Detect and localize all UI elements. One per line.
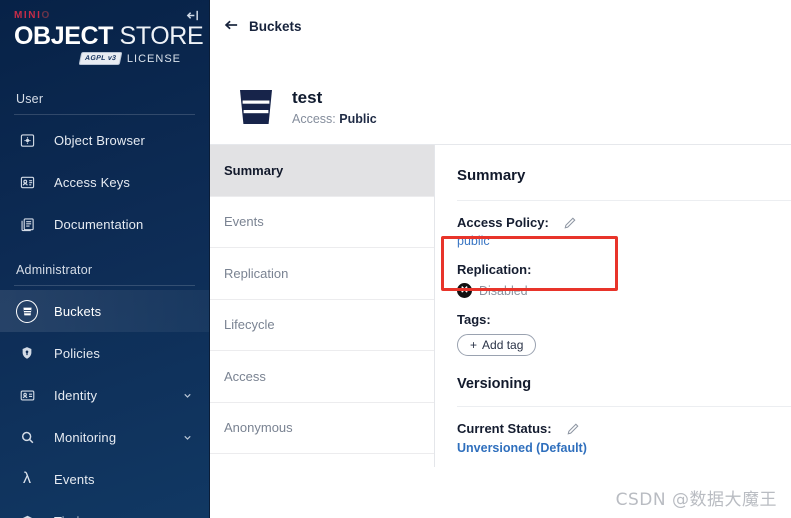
sidebar-divider-administrator	[14, 285, 195, 286]
tab-access[interactable]: Access	[210, 351, 434, 403]
breadcrumb[interactable]: Buckets	[224, 19, 302, 34]
access-policy-label: Access Policy:	[457, 215, 549, 230]
current-status-label-row: Current Status:	[457, 421, 791, 436]
license-row: AGPL v3 LICENSE	[14, 52, 195, 65]
object-browser-icon	[16, 129, 38, 151]
sidebar-item-buckets[interactable]: Buckets	[0, 290, 209, 332]
tab-list: Summary Events Replication Lifecycle Acc…	[210, 145, 435, 467]
sidebar-item-documentation[interactable]: Documentation	[0, 203, 209, 245]
sidebar-item-monitoring[interactable]: Monitoring	[0, 416, 209, 458]
pencil-edit-icon[interactable]	[563, 216, 577, 230]
lambda-icon: λ	[23, 470, 31, 487]
tab-label: Summary	[224, 162, 284, 178]
bucket-title-block: test Access: Public	[292, 88, 377, 126]
bucket-access-value: Public	[339, 112, 377, 126]
monitoring-search-icon	[16, 426, 38, 448]
bucket-icon	[16, 299, 38, 323]
access-policy-field: Access Policy: public	[457, 201, 791, 248]
replication-field: Replication: ✕ Disabled	[457, 248, 791, 298]
sidebar-divider-user	[14, 114, 195, 115]
page-title: test	[292, 88, 323, 107]
sidebar-item-label: Buckets	[54, 303, 102, 319]
tags-field: Tags: + Add tag	[457, 298, 791, 356]
sidebar-section-title-administrator: Administrator	[16, 263, 93, 277]
sidebar-item-label: Policies	[54, 345, 100, 361]
arrow-left-icon[interactable]	[224, 19, 239, 34]
summary-panel: Summary Access Policy: public Replicatio…	[435, 145, 791, 467]
bucket-icon	[236, 86, 276, 128]
identity-card-icon	[16, 384, 38, 406]
access-policy-value[interactable]: public	[457, 234, 791, 248]
sidebar-item-identity[interactable]: Identity	[0, 374, 209, 416]
sidebar-section-administrator: Administrator Buckets Policies Identity …	[0, 263, 209, 518]
sidebar-item-label: Documentation	[54, 216, 144, 232]
license-label: LICENSE	[126, 52, 181, 65]
logo-block: MINIO OBJECT STORE AGPL v3 LICENSE	[0, 0, 209, 72]
sidebar-item-label: Identity	[54, 387, 98, 403]
sidebar-item-access-keys[interactable]: Access Keys	[0, 161, 209, 203]
minio-brand-suffix: O	[41, 10, 51, 21]
sidebar-section-user: User Object Browser Access Keys Document…	[0, 92, 209, 245]
current-status-label: Current Status:	[457, 421, 552, 436]
tab-label: Access	[224, 368, 266, 384]
sidebar-item-label: Monitoring	[54, 429, 117, 445]
sidebar: MINIO OBJECT STORE AGPL v3 LICENSE User	[0, 0, 210, 518]
bucket-access-label: Access:	[292, 112, 336, 126]
agpl-badge: AGPL v3	[78, 52, 123, 65]
app-root: MINIO OBJECT STORE AGPL v3 LICENSE User	[0, 0, 791, 518]
bucket-access-line: Access: Public	[292, 112, 377, 126]
sidebar-item-label: Access Keys	[54, 174, 131, 190]
minio-brand-text: MINI	[14, 10, 42, 21]
documentation-icon	[16, 213, 38, 235]
chevron-down-icon[interactable]	[182, 390, 193, 401]
breadcrumb-bar: Buckets	[210, 0, 791, 52]
access-policy-label-row: Access Policy:	[457, 215, 791, 230]
sidebar-item-label: Tiering	[54, 514, 209, 518]
add-tag-label: Add tag	[482, 338, 524, 352]
pencil-edit-icon[interactable]	[566, 422, 580, 436]
sidebar-item-label: Object Browser	[54, 132, 145, 148]
tab-events[interactable]: Events	[210, 196, 434, 248]
sidebar-item-object-browser[interactable]: Object Browser	[0, 119, 209, 161]
tab-label: Lifecycle	[224, 317, 275, 333]
product-title-bold: OBJECT	[14, 22, 114, 50]
current-status-value[interactable]: Unversioned (Default)	[457, 441, 791, 455]
tiering-layers-icon	[16, 510, 38, 518]
versioning-heading: Versioning	[457, 356, 791, 407]
breadcrumb-label: Buckets	[249, 18, 302, 34]
tab-anonymous[interactable]: Anonymous	[210, 402, 434, 454]
tab-summary[interactable]: Summary	[210, 145, 434, 197]
status-badge: Disabled	[479, 283, 528, 298]
main-content: Buckets test Access: Public Summary Even…	[210, 0, 791, 518]
minio-wordmark: MINIO	[14, 10, 195, 22]
plus-icon: +	[470, 338, 478, 352]
add-tag-button[interactable]: + Add tag	[457, 334, 537, 356]
tab-lifecycle[interactable]: Lifecycle	[210, 299, 434, 351]
sidebar-item-policies[interactable]: Policies	[0, 332, 209, 374]
access-keys-icon	[16, 171, 38, 193]
sidebar-item-events[interactable]: λ Events	[0, 458, 209, 500]
tab-label: Replication	[224, 265, 289, 281]
collapse-sidebar-icon[interactable]	[183, 6, 201, 24]
product-title-light: STORE	[113, 22, 204, 50]
current-status-field: Current Status: Unversioned (Default)	[457, 407, 791, 455]
watermark: CSDN @数据大魔王	[615, 490, 777, 510]
sidebar-item-label: Events	[54, 471, 95, 487]
replication-label: Replication:	[457, 262, 532, 277]
bucket-body: Summary Events Replication Lifecycle Acc…	[210, 145, 791, 467]
product-title: OBJECT STORE	[14, 22, 204, 50]
summary-heading: Summary	[457, 145, 791, 201]
tab-replication[interactable]: Replication	[210, 248, 434, 300]
sidebar-section-title-user: User	[16, 92, 44, 106]
policies-shield-icon	[16, 342, 38, 364]
bucket-header: test Access: Public	[210, 52, 791, 145]
tags-label: Tags:	[457, 312, 491, 327]
tab-label: Anonymous	[224, 420, 293, 436]
chevron-down-icon[interactable]	[182, 432, 193, 443]
circle-x-icon: ✕	[457, 283, 472, 298]
tab-label: Events	[224, 214, 264, 230]
sidebar-item-tiering[interactable]: Tiering	[0, 500, 209, 518]
replication-status-row: ✕ Disabled	[457, 283, 791, 298]
